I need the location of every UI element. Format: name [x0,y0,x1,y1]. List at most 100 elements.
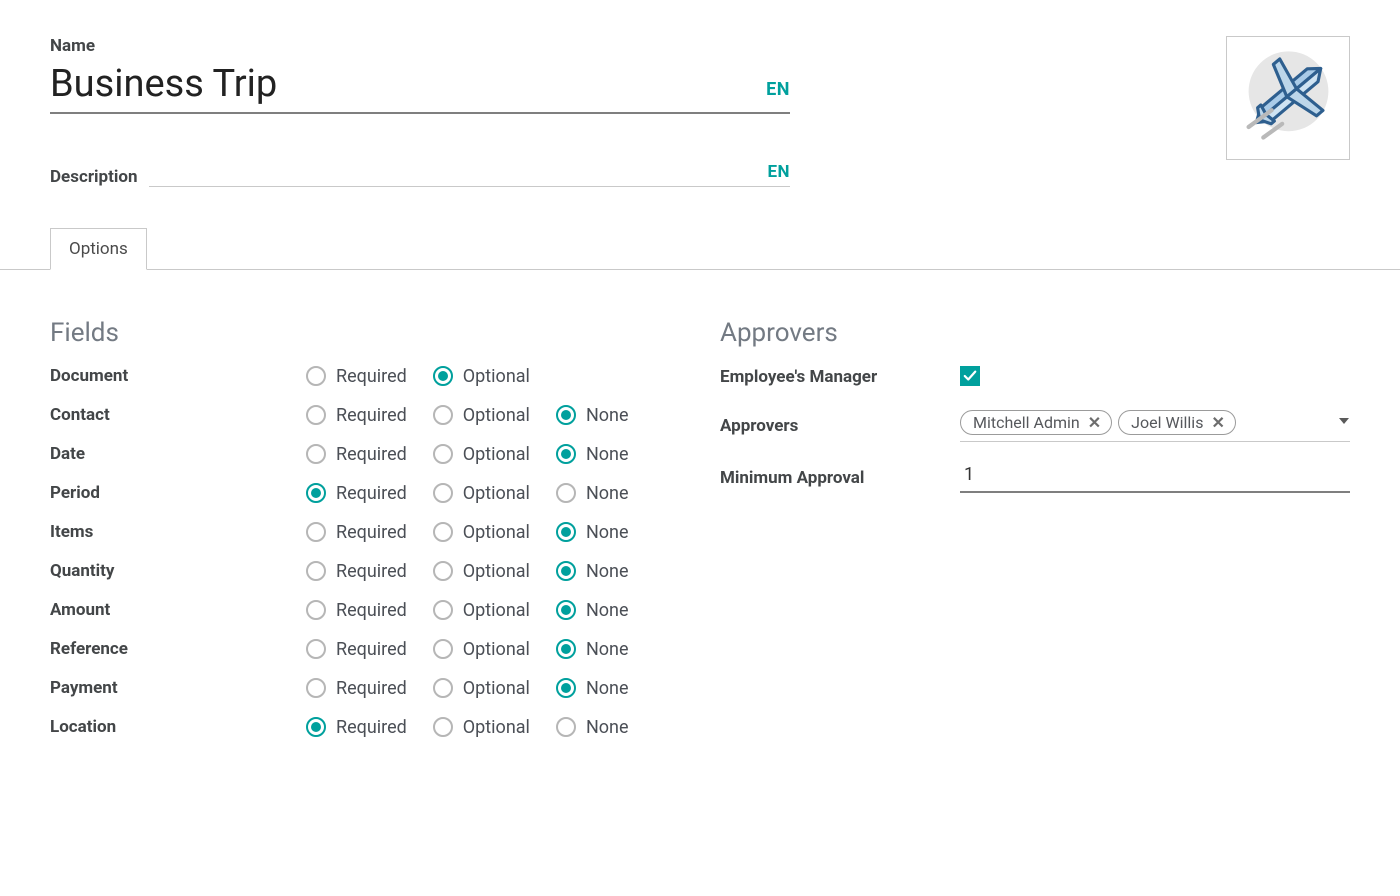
radio-icon [306,561,326,581]
employee-manager-checkbox[interactable] [960,366,980,386]
approvers-section-title: Approvers [720,318,1350,348]
radio-icon [306,522,326,542]
radio-label: Optional [463,366,530,387]
employee-manager-label: Employee's Manager [720,367,950,387]
approver-tag-label: Mitchell Admin [973,413,1080,432]
radio-icon [433,483,453,503]
radio-label: None [586,561,629,582]
radio-none[interactable]: None [556,600,629,621]
radio-icon [556,639,576,659]
radio-label: Optional [463,639,530,660]
radio-required[interactable]: Required [306,717,407,738]
radio-none[interactable]: None [556,522,629,543]
radio-label: Optional [463,405,530,426]
radio-none[interactable]: None [556,717,629,738]
radio-icon [306,639,326,659]
radio-label: None [586,444,629,465]
approver-tag[interactable]: Mitchell Admin ✕ [960,410,1112,435]
airplane-icon [1236,43,1341,153]
radio-label: Optional [463,717,530,738]
field-label: Location [50,717,280,737]
radio-icon [433,444,453,464]
radio-optional[interactable]: Optional [433,444,530,465]
radio-icon [433,678,453,698]
radio-optional[interactable]: Optional [433,405,530,426]
radio-icon [556,600,576,620]
radio-label: Optional [463,600,530,621]
approver-tag-label: Joel Willis [1131,413,1203,432]
radio-icon [433,366,453,386]
radio-optional[interactable]: Optional [433,483,530,504]
name-language-button[interactable]: EN [766,79,790,106]
radio-optional[interactable]: Optional [433,678,530,699]
radio-label: None [586,639,629,660]
radio-label: Optional [463,522,530,543]
radio-none[interactable]: None [556,405,629,426]
radio-label: Required [336,405,407,426]
radio-icon [556,522,576,542]
radio-required[interactable]: Required [306,444,407,465]
radio-none[interactable]: None [556,483,629,504]
radio-icon [556,483,576,503]
approvers-input[interactable]: Mitchell Admin ✕ Joel Willis ✕ [960,410,1350,442]
tab-options[interactable]: Options [50,228,147,270]
name-input[interactable]: Business Trip [50,64,766,106]
radio-label: Optional [463,483,530,504]
radio-optional[interactable]: Optional [433,639,530,660]
radio-icon [433,522,453,542]
radio-icon [306,366,326,386]
radio-icon [306,600,326,620]
radio-optional[interactable]: Optional [433,561,530,582]
radio-none[interactable]: None [556,444,629,465]
radio-icon [433,717,453,737]
minimum-approval-label: Minimum Approval [720,468,950,488]
field-label: Items [50,522,280,542]
radio-icon [556,678,576,698]
field-label: Date [50,444,280,464]
radio-icon [306,405,326,425]
tabs-bar: Options [0,227,1400,270]
field-label: Contact [50,405,280,425]
radio-icon [433,561,453,581]
radio-icon [556,405,576,425]
chevron-down-icon[interactable] [1338,412,1350,432]
radio-label: None [586,483,629,504]
radio-none[interactable]: None [556,678,629,699]
approver-tag[interactable]: Joel Willis ✕ [1118,410,1236,435]
record-image[interactable] [1226,36,1350,160]
radio-optional[interactable]: Optional [433,522,530,543]
radio-label: Required [336,483,407,504]
radio-optional[interactable]: Optional [433,600,530,621]
fields-section-title: Fields [50,318,680,348]
radio-optional[interactable]: Optional [433,717,530,738]
name-label: Name [50,36,1186,56]
radio-icon [306,678,326,698]
description-input[interactable] [149,160,767,182]
radio-required[interactable]: Required [306,366,407,387]
radio-none[interactable]: None [556,561,629,582]
radio-label: Required [336,600,407,621]
radio-icon [556,717,576,737]
radio-label: Required [336,639,407,660]
radio-label: None [586,600,629,621]
radio-label: Required [336,522,407,543]
radio-required[interactable]: Required [306,405,407,426]
radio-label: Optional [463,561,530,582]
minimum-approval-input[interactable]: 1 [960,464,1350,493]
radio-optional[interactable]: Optional [433,366,530,387]
close-icon[interactable]: ✕ [1211,413,1224,432]
radio-label: Required [336,717,407,738]
radio-required[interactable]: Required [306,600,407,621]
radio-required[interactable]: Required [306,678,407,699]
radio-required[interactable]: Required [306,639,407,660]
radio-label: Required [336,444,407,465]
radio-icon [306,444,326,464]
radio-none[interactable]: None [556,639,629,660]
radio-required[interactable]: Required [306,483,407,504]
radio-required[interactable]: Required [306,522,407,543]
radio-label: Required [336,678,407,699]
radio-label: Required [336,366,407,387]
close-icon[interactable]: ✕ [1088,413,1101,432]
radio-required[interactable]: Required [306,561,407,582]
description-language-button[interactable]: EN [767,162,790,182]
